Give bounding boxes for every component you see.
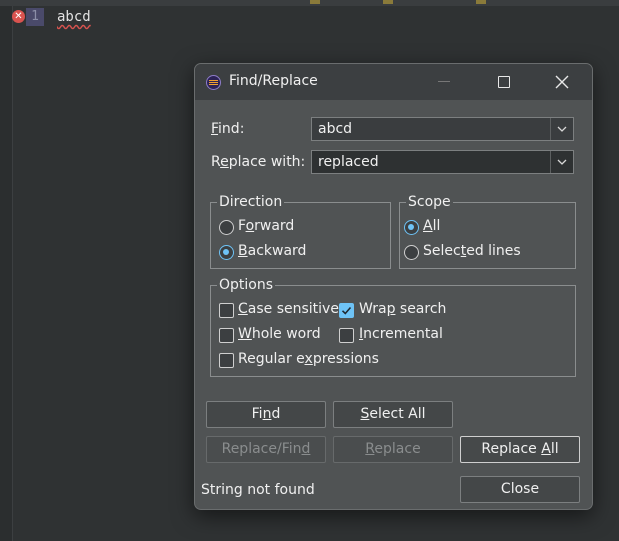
find-replace-dialog: Find/Replace Find: abcd Replace with: re… xyxy=(194,63,593,510)
chevron-down-icon xyxy=(557,126,567,132)
scope-all-radio[interactable] xyxy=(404,220,419,235)
whole-word-label[interactable]: Whole word xyxy=(238,326,321,342)
tab-marker xyxy=(383,0,393,4)
error-marker-icon[interactable]: ✕ xyxy=(12,10,25,23)
incremental-checkbox[interactable] xyxy=(339,328,354,343)
find-combo[interactable]: abcd xyxy=(311,117,574,141)
replace-with-label: Replace with: xyxy=(211,154,306,170)
close-window-button[interactable] xyxy=(539,64,585,100)
editor-gutter xyxy=(0,6,13,541)
dialog-title: Find/Replace xyxy=(229,73,318,89)
code-line-text[interactable]: abcd xyxy=(57,8,91,26)
backward-label[interactable]: Backward xyxy=(238,243,306,259)
select-all-button[interactable]: Select All xyxy=(333,401,453,428)
backward-radio[interactable] xyxy=(219,245,234,260)
close-button[interactable]: Close xyxy=(460,476,580,503)
find-dropdown-button[interactable] xyxy=(550,118,573,140)
whole-word-checkbox[interactable] xyxy=(219,328,234,343)
replace-all-button[interactable]: Replace All xyxy=(460,436,580,463)
status-message: String not found xyxy=(201,482,315,498)
selected-lines-label[interactable]: Selected lines xyxy=(423,243,521,259)
replace-dropdown-button[interactable] xyxy=(550,151,573,173)
case-sensitive-checkbox[interactable] xyxy=(219,303,234,318)
maximize-button[interactable] xyxy=(481,64,527,100)
replace-button[interactable]: Replace xyxy=(333,436,453,463)
checkmark-icon xyxy=(341,306,352,315)
replace-find-button[interactable]: Replace/Find xyxy=(206,436,326,463)
tab-marker xyxy=(310,0,320,4)
minimize-button[interactable] xyxy=(421,64,467,100)
dialog-titlebar[interactable]: Find/Replace xyxy=(195,64,592,100)
minimize-icon xyxy=(438,81,450,82)
options-legend: Options xyxy=(217,276,276,294)
close-icon xyxy=(555,75,569,89)
forward-radio[interactable] xyxy=(219,220,234,235)
replace-with-input[interactable]: replaced xyxy=(318,154,379,170)
regular-expressions-label[interactable]: Regular expressions xyxy=(238,351,379,367)
wrap-search-checkbox[interactable] xyxy=(339,303,354,318)
find-label: Find: xyxy=(211,121,245,137)
scope-all-label[interactable]: All xyxy=(423,218,440,234)
direction-legend: Direction xyxy=(217,193,285,211)
incremental-label[interactable]: Incremental xyxy=(359,326,443,342)
selected-lines-radio[interactable] xyxy=(404,245,419,260)
regular-expressions-checkbox[interactable] xyxy=(219,353,234,368)
maximize-icon xyxy=(498,76,510,88)
replace-with-combo[interactable]: replaced xyxy=(311,150,574,174)
line-number: 1 xyxy=(26,8,44,26)
scope-legend: Scope xyxy=(406,193,453,211)
find-input[interactable]: abcd xyxy=(318,121,352,137)
wrap-search-label[interactable]: Wrap search xyxy=(359,301,446,317)
case-sensitive-label[interactable]: Case sensitive xyxy=(238,301,339,317)
tab-marker xyxy=(476,0,486,4)
eclipse-icon xyxy=(206,75,221,90)
forward-label[interactable]: Forward xyxy=(238,218,294,234)
chevron-down-icon xyxy=(557,159,567,165)
find-button[interactable]: Find xyxy=(206,401,326,428)
